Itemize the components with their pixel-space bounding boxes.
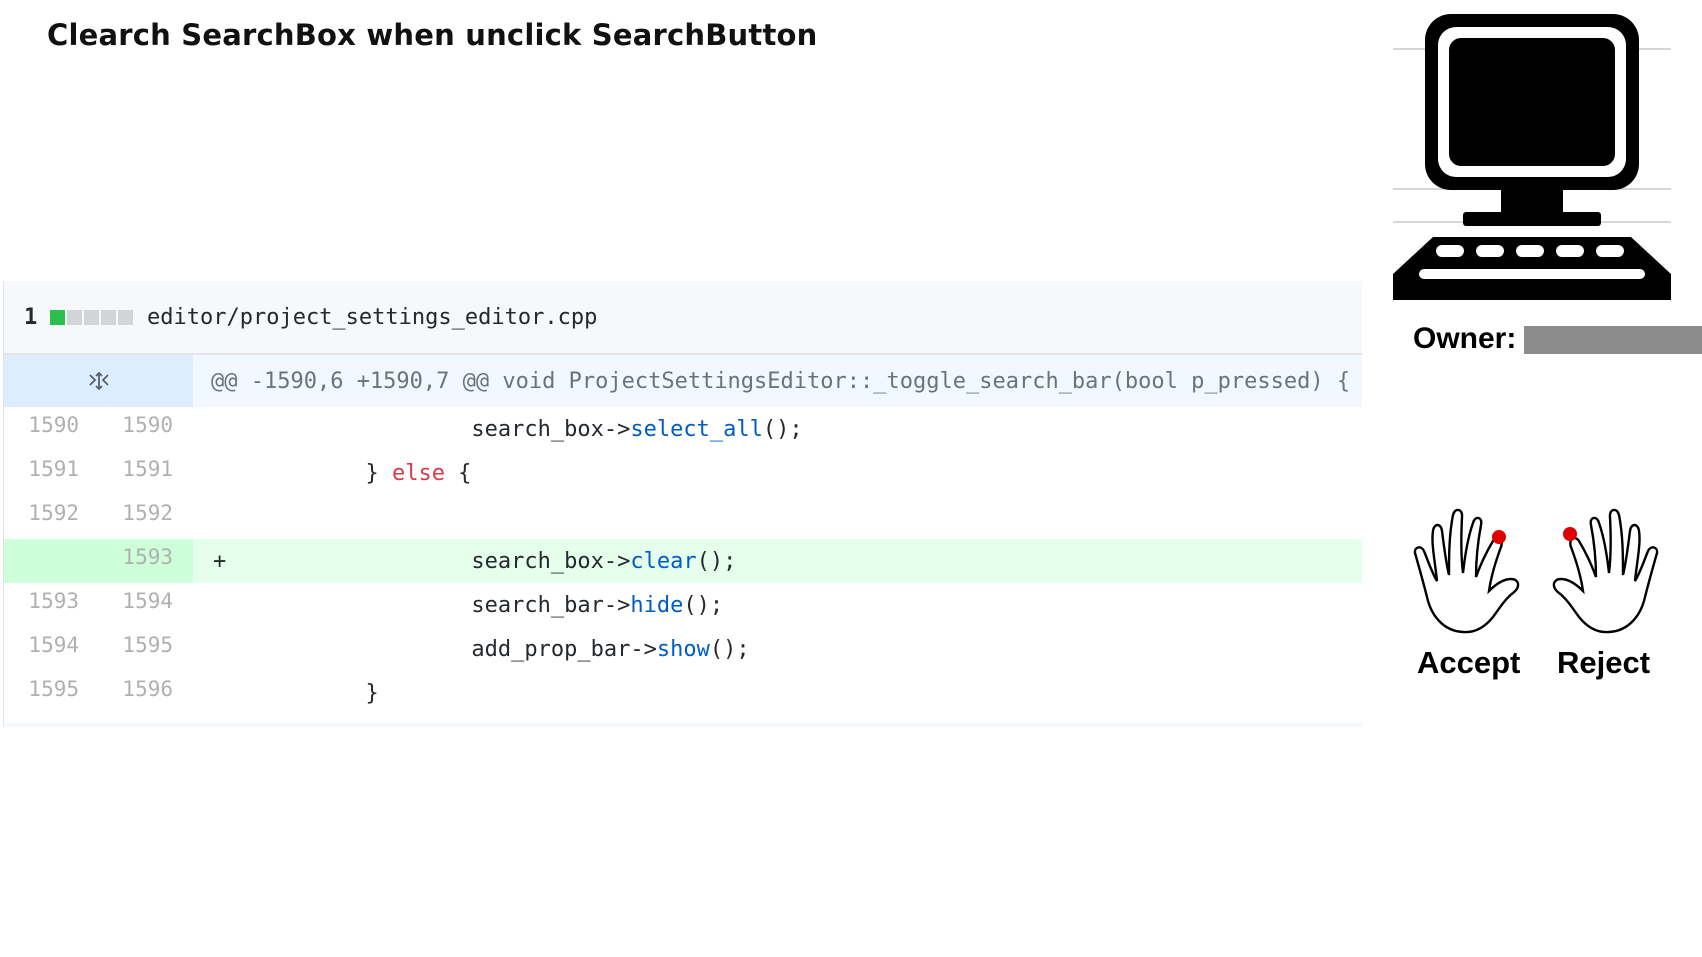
new-line-number[interactable]: 1592	[79, 501, 173, 525]
code-function: show	[656, 636, 710, 662]
code-text: search_box->	[471, 548, 631, 574]
code-text: }	[365, 680, 379, 706]
code-text: ();	[709, 636, 750, 662]
line-number-gutter: 1591 1591	[4, 451, 193, 495]
new-line-number[interactable]: 1593	[79, 545, 173, 569]
computer-icon	[1393, 14, 1671, 300]
diff-line-added: 1593 + search_box->clear();	[4, 539, 1362, 583]
file-path[interactable]: editor/project_settings_editor.cpp	[147, 305, 597, 330]
code-line: }	[193, 680, 379, 706]
diffstat-block	[118, 309, 133, 325]
unfold-icon	[88, 371, 109, 391]
line-number-gutter: 1594 1595	[4, 627, 193, 671]
file-header[interactable]: 1 editor/project_settings_editor.cpp	[4, 281, 1362, 355]
code-text: add_prop_bar->	[471, 636, 657, 662]
accept-hand-icon[interactable]	[1413, 505, 1529, 637]
diff-view: 1 editor/project_settings_editor.cpp @@ …	[3, 281, 1362, 727]
diffstat-block	[84, 309, 99, 325]
expand-button[interactable]	[4, 355, 193, 407]
owner-value-redacted	[1524, 326, 1702, 354]
new-line-number[interactable]: 1594	[79, 589, 173, 613]
diffstat-block	[101, 309, 116, 325]
new-line-number[interactable]: 1595	[79, 633, 173, 657]
old-line-number[interactable]: 1592	[4, 501, 79, 525]
reject-button[interactable]: Reject	[1557, 645, 1650, 681]
line-number-gutter: 1595 1596	[4, 671, 193, 715]
code-function: select_all	[630, 416, 763, 442]
new-line-number[interactable]: 1590	[79, 413, 173, 437]
code-line: search_bar->hide();	[193, 593, 723, 618]
code-text: }	[365, 460, 392, 486]
code-text: ();	[762, 416, 803, 442]
new-line-number[interactable]: 1596	[79, 677, 173, 701]
code-keyword: else	[391, 460, 445, 486]
reject-hand-icon[interactable]	[1543, 505, 1659, 637]
old-line-number[interactable]: 1593	[4, 589, 79, 613]
diffstat-block	[67, 309, 82, 325]
line-number-gutter: 1592 1592	[4, 495, 193, 539]
hunk-header-text: @@ -1590,6 +1590,7 @@ void ProjectSettin…	[211, 368, 1351, 394]
old-line-number[interactable]: 1591	[4, 457, 79, 481]
code-text: ();	[696, 548, 737, 574]
accept-button[interactable]: Accept	[1417, 645, 1520, 681]
diff-line: 1594 1595 add_prop_bar->show();	[4, 627, 1362, 671]
old-line-number[interactable]: 1590	[4, 413, 79, 437]
diff-line: 1593 1594 search_bar->hide();	[4, 583, 1362, 627]
line-number-gutter: 1593	[4, 539, 193, 583]
diff-line: 1595 1596 }	[4, 671, 1362, 715]
hunk-header: @@ -1590,6 +1590,7 @@ void ProjectSettin…	[4, 355, 1362, 407]
old-line-number[interactable]: 1595	[4, 677, 79, 701]
diff-line: 1591 1591 } else {	[4, 451, 1362, 495]
diff-marker: +	[213, 548, 227, 574]
code-text: search_bar->	[471, 592, 631, 618]
line-number-gutter: 1590 1590	[4, 407, 193, 451]
page-title: Clearch SearchBox when unclick SearchBut…	[47, 18, 818, 52]
line-number-gutter: 1593 1594	[4, 583, 193, 627]
code-text: ();	[683, 592, 724, 618]
code-function: clear	[630, 548, 697, 574]
owner-label: Owner:	[1413, 322, 1517, 355]
code-text: search_box->	[471, 416, 631, 442]
code-line: + search_box->clear();	[193, 549, 736, 574]
code-function: hide	[630, 592, 684, 618]
code-text: {	[444, 460, 472, 486]
new-line-number[interactable]: 1591	[79, 457, 173, 481]
old-line-number[interactable]: 1594	[4, 633, 79, 657]
diff-line: 1590 1590 search_box->select_all();	[4, 407, 1362, 451]
code-line: } else {	[193, 461, 471, 486]
diffstat-block	[50, 309, 65, 325]
code-line: search_box->select_all();	[193, 416, 803, 442]
diffstat	[50, 309, 133, 325]
diff-line: 1592 1592	[4, 495, 1362, 539]
change-count: 1	[24, 304, 38, 330]
code-line: add_prop_bar->show();	[193, 636, 750, 662]
